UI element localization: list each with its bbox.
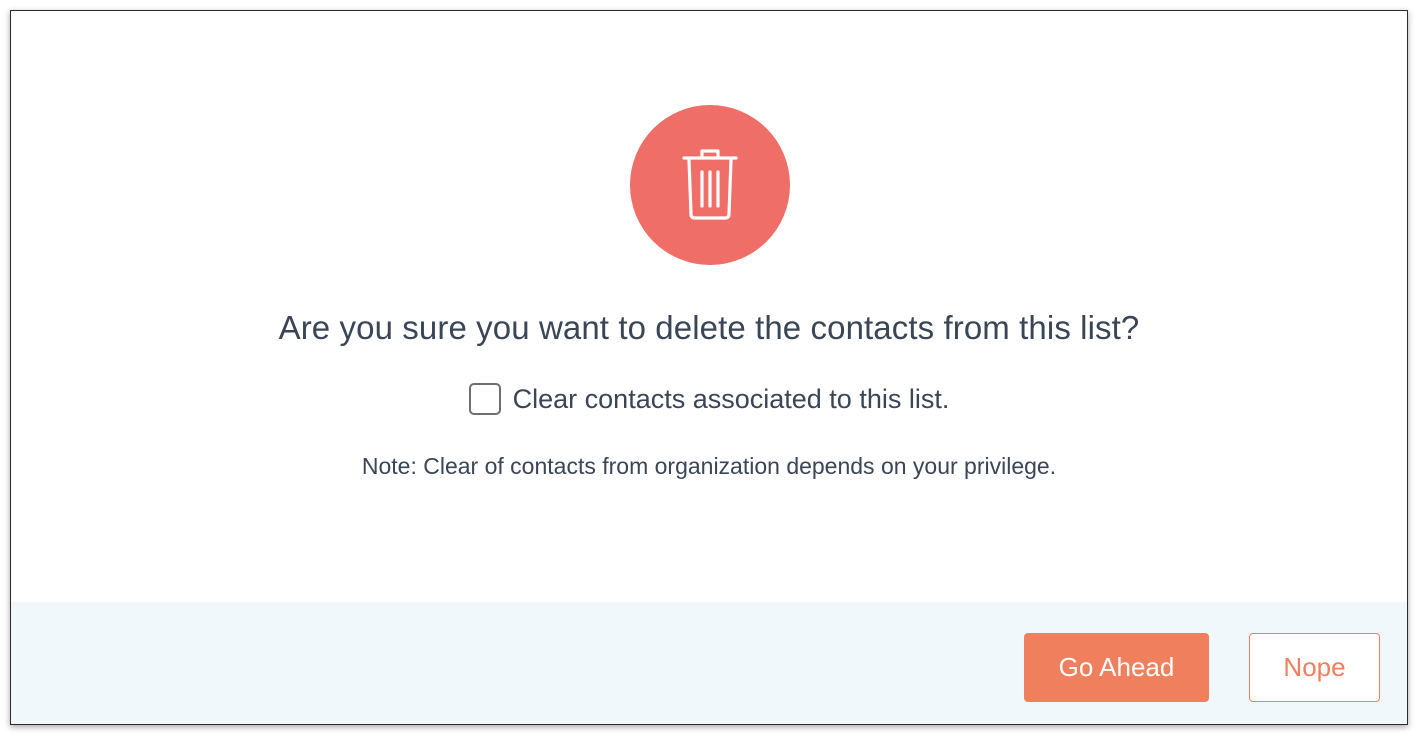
- privilege-note: Note: Clear of contacts from organizatio…: [361, 453, 1057, 479]
- dialog-footer: Go Ahead Nope: [11, 602, 1407, 724]
- delete-contacts-dialog: Are you sure you want to delete the cont…: [10, 10, 1408, 725]
- clear-contacts-option: Clear contacts associated to this list.: [11, 383, 1407, 415]
- clear-contacts-label[interactable]: Clear contacts associated to this list.: [513, 384, 950, 415]
- dialog-body: Are you sure you want to delete the cont…: [11, 11, 1407, 602]
- clear-contacts-checkbox[interactable]: [468, 383, 501, 415]
- dialog-title: Are you sure you want to delete the cont…: [278, 309, 1140, 346]
- nope-button[interactable]: Nope: [1249, 633, 1380, 702]
- trash-icon: [682, 149, 738, 220]
- trash-icon-badge: [630, 105, 790, 265]
- go-ahead-button[interactable]: Go Ahead: [1024, 633, 1209, 702]
